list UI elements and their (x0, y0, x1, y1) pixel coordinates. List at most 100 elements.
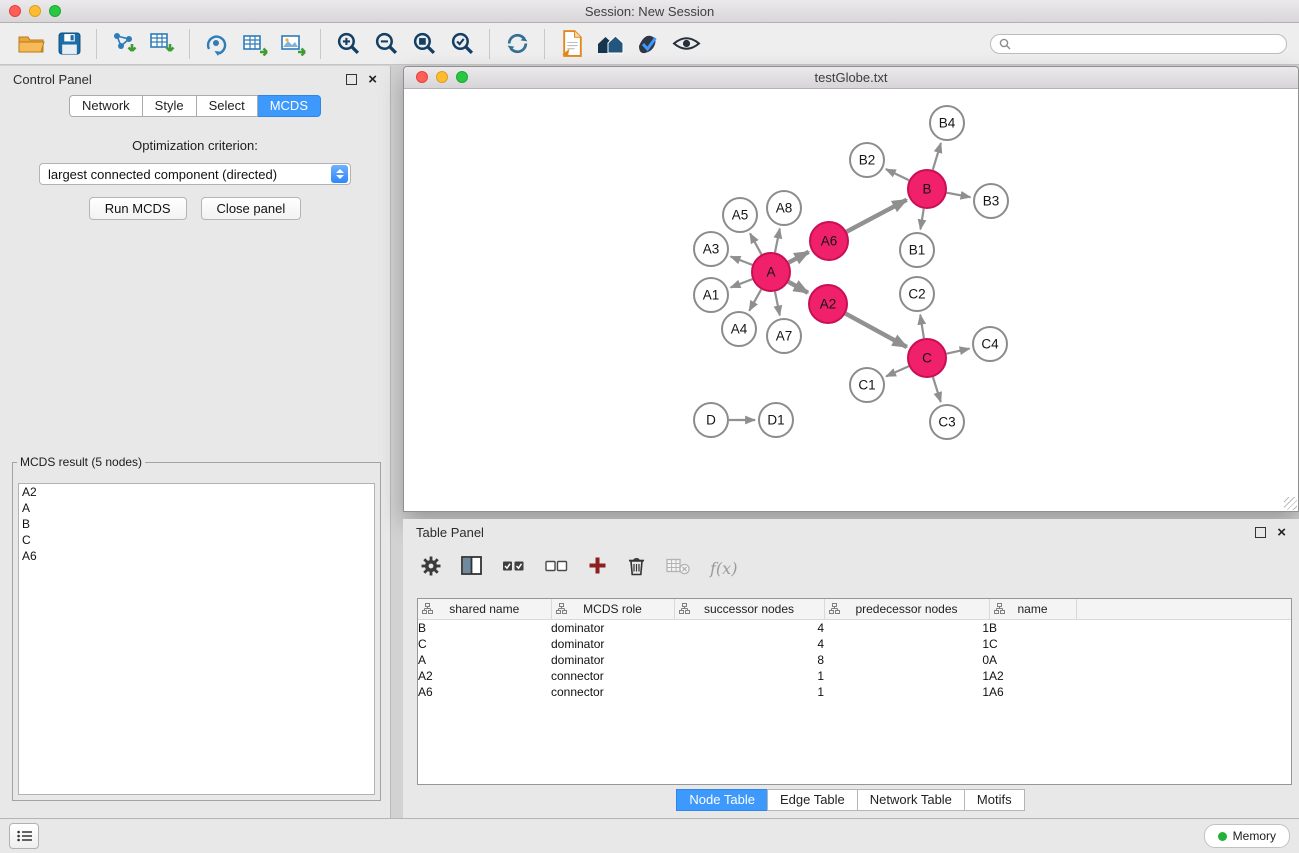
node-D[interactable]: D (694, 403, 728, 437)
edge-A-A1[interactable] (731, 279, 753, 287)
node-A4[interactable]: A4 (722, 312, 756, 346)
column-header-MCDS-role[interactable]: MCDS role (551, 599, 674, 620)
edge-A2-C[interactable] (846, 314, 907, 347)
tab-edge-table[interactable]: Edge Table (767, 789, 858, 811)
deselect-all-button[interactable] (545, 558, 568, 579)
zoom-out-button[interactable] (367, 27, 405, 61)
column-header-successor-nodes[interactable]: successor nodes (674, 599, 824, 620)
close-panel-button[interactable]: Close panel (201, 197, 302, 220)
node-D1[interactable]: D1 (759, 403, 793, 437)
search-field[interactable] (990, 34, 1287, 54)
table-row[interactable]: Adominator80A (418, 652, 1291, 668)
criterion-dropdown[interactable]: largest connected component (directed) (39, 163, 351, 185)
edge-C-C1[interactable] (886, 366, 909, 376)
task-history-button[interactable] (9, 823, 39, 849)
memory-button[interactable]: Memory (1204, 824, 1290, 848)
edge-A-A6[interactable] (789, 252, 809, 263)
tab-style[interactable]: Style (143, 95, 197, 117)
edge-C-C4[interactable] (947, 349, 970, 354)
node-A8[interactable]: A8 (767, 191, 801, 225)
tab-network[interactable]: Network (69, 95, 143, 117)
edge-B-B2[interactable] (886, 169, 909, 180)
home-network-button[interactable] (591, 27, 629, 61)
edge-B-B4[interactable] (933, 143, 941, 170)
mcds-result-item[interactable]: A2 (19, 484, 374, 500)
tab-network-table[interactable]: Network Table (857, 789, 965, 811)
node-A6[interactable]: A6 (810, 222, 848, 260)
save-session-button[interactable] (50, 27, 88, 61)
add-column-button[interactable] (588, 556, 607, 580)
tab-node-table[interactable]: Node Table (676, 789, 768, 811)
close-panel-icon[interactable]: × (368, 75, 377, 84)
open-document-button[interactable] (553, 27, 591, 61)
node-A1[interactable]: A1 (694, 278, 728, 312)
refresh-button[interactable] (498, 27, 536, 61)
node-A5[interactable]: A5 (723, 198, 757, 232)
clone-network-button[interactable] (198, 27, 236, 61)
mcds-result-item[interactable]: C (19, 532, 374, 548)
network-canvas[interactable]: B4B2BB3A5A8A6A3B1AC2A1A2A4A7C4CC1DD1C3 (404, 89, 1298, 511)
export-table-button[interactable] (236, 27, 274, 61)
close-window-button[interactable] (9, 5, 21, 17)
window-resize-grip[interactable] (1284, 497, 1297, 510)
mcds-result-item[interactable]: A6 (19, 548, 374, 564)
zoom-window-button[interactable] (49, 5, 61, 17)
network-window-title-bar[interactable]: testGlobe.txt (404, 67, 1298, 89)
import-network-button[interactable] (105, 27, 143, 61)
edge-A6-B[interactable] (847, 200, 907, 232)
search-input[interactable] (1016, 36, 1278, 52)
mcds-result-list[interactable]: A2ABCA6 (18, 483, 375, 795)
close-table-panel-icon[interactable]: × (1277, 528, 1286, 537)
show-columns-button[interactable] (461, 556, 482, 580)
column-header-predecessor-nodes[interactable]: predecessor nodes (824, 599, 989, 620)
column-header-name[interactable]: name (989, 599, 1076, 620)
node-C[interactable]: C (908, 339, 946, 377)
edge-A-A4[interactable] (749, 289, 761, 310)
node-B4[interactable]: B4 (930, 106, 964, 140)
tab-select[interactable]: Select (197, 95, 258, 117)
edge-C-C3[interactable] (933, 377, 941, 402)
float-panel-icon[interactable] (346, 74, 357, 85)
edge-A-A2[interactable] (788, 282, 808, 293)
node-B1[interactable]: B1 (900, 233, 934, 267)
zoom-selected-button[interactable] (443, 27, 481, 61)
export-image-button[interactable] (274, 27, 312, 61)
zoom-network-window-button[interactable] (456, 71, 468, 83)
node-C3[interactable]: C3 (930, 405, 964, 439)
node-B3[interactable]: B3 (974, 184, 1008, 218)
edge-B-B1[interactable] (920, 209, 923, 230)
delete-column-button[interactable] (627, 555, 646, 581)
mcds-result-item[interactable]: A (19, 500, 374, 516)
node-C1[interactable]: C1 (850, 368, 884, 402)
table-row[interactable]: Cdominator41C (418, 636, 1291, 652)
tab-mcds[interactable]: MCDS (258, 95, 321, 117)
minimize-network-window-button[interactable] (436, 71, 448, 83)
table-row[interactable]: Bdominator41B (418, 620, 1291, 637)
edge-A-A7[interactable] (775, 292, 780, 316)
node-C4[interactable]: C4 (973, 327, 1007, 361)
tab-motifs[interactable]: Motifs (964, 789, 1025, 811)
node-A[interactable]: A (752, 253, 790, 291)
table-row[interactable]: A2connector11A2 (418, 668, 1291, 684)
clear-filter-button[interactable] (666, 557, 690, 580)
node-B2[interactable]: B2 (850, 143, 884, 177)
edge-C-C2[interactable] (920, 315, 924, 338)
function-builder-button[interactable]: f(x) (710, 559, 737, 578)
minimize-window-button[interactable] (29, 5, 41, 17)
mcds-result-item[interactable]: B (19, 516, 374, 532)
run-mcds-button[interactable]: Run MCDS (89, 197, 187, 220)
node-A7[interactable]: A7 (767, 319, 801, 353)
graphics-details-button[interactable] (667, 27, 705, 61)
import-table-button[interactable] (143, 27, 181, 61)
edge-B-B3[interactable] (947, 193, 971, 197)
zoom-in-button[interactable] (329, 27, 367, 61)
open-session-button[interactable] (12, 27, 50, 61)
edge-A-A5[interactable] (750, 233, 761, 254)
table-settings-button[interactable] (421, 556, 441, 581)
column-header-shared-name[interactable]: shared name (418, 599, 551, 620)
table-row[interactable]: A6connector11A6 (418, 684, 1291, 700)
edge-A-A3[interactable] (731, 257, 753, 265)
edge-A-A8[interactable] (775, 229, 780, 253)
node-C2[interactable]: C2 (900, 277, 934, 311)
select-all-button[interactable] (502, 558, 525, 579)
